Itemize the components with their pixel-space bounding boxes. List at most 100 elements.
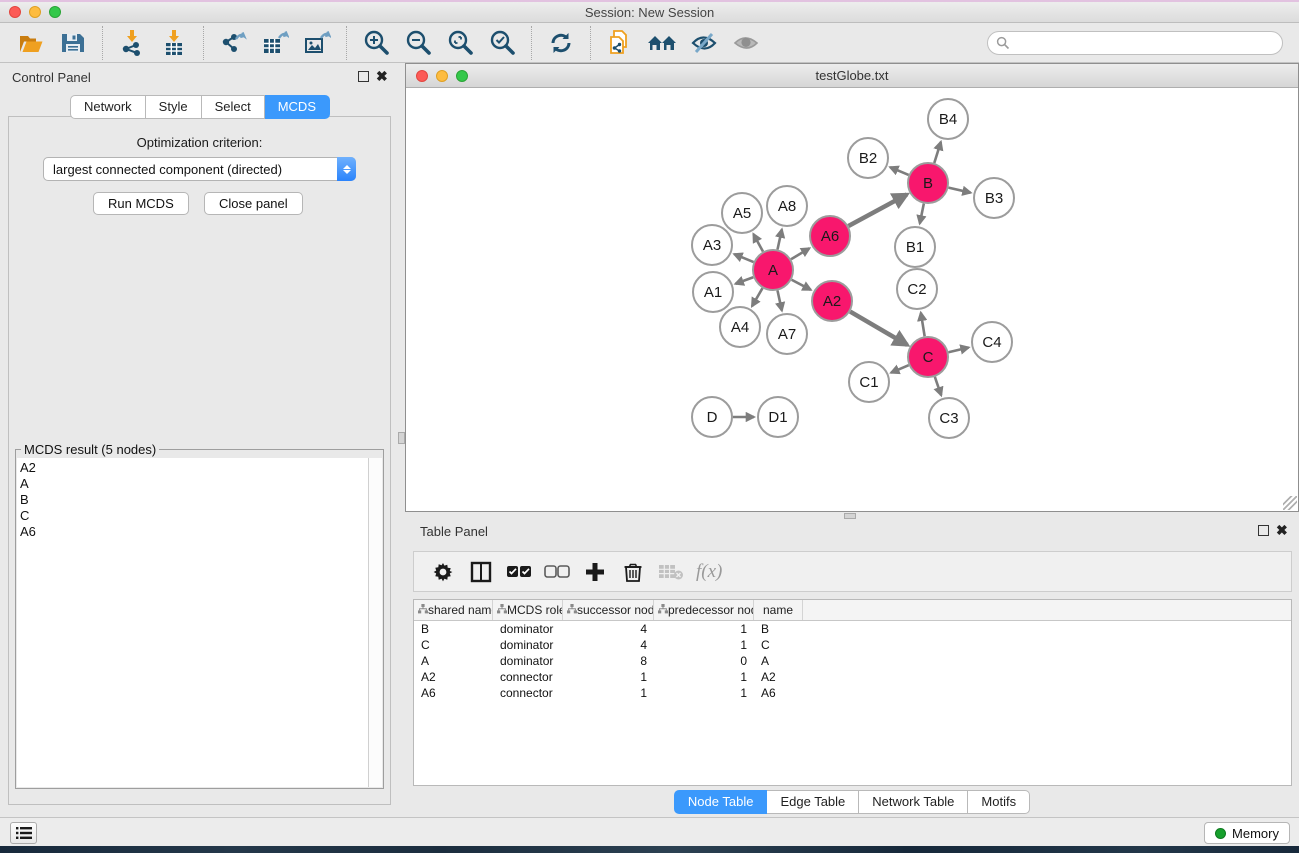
table-row[interactable]: Bdominator41B xyxy=(414,621,1291,637)
edge-A2-C[interactable] xyxy=(850,312,907,345)
toolbar-separator xyxy=(346,26,347,60)
node-label-B: B xyxy=(923,175,933,192)
node-label-A2: A2 xyxy=(823,293,841,310)
close-window-button[interactable] xyxy=(9,6,21,18)
unselect-all-columns-icon[interactable] xyxy=(542,557,572,587)
network-graph[interactable]: B4B2BB3A5A8A6A3B1AA1A2C2A4A7C4CC1C3DD1 xyxy=(406,88,1298,511)
table-row[interactable]: Adominator80A xyxy=(414,653,1291,669)
edge-A-A6[interactable] xyxy=(791,248,809,259)
select-all-columns-icon[interactable] xyxy=(504,557,534,587)
apply-function-icon[interactable]: f(x) xyxy=(696,561,722,583)
tab-edge-table[interactable]: Edge Table xyxy=(767,790,859,814)
save-session-icon[interactable] xyxy=(56,26,90,60)
float-table-panel-icon[interactable] xyxy=(1258,525,1269,536)
node-table[interactable]: shared nameMCDS rolesuccessor nodes prede… xyxy=(413,599,1292,786)
node-label-A8: A8 xyxy=(778,198,796,215)
maximize-network-button[interactable] xyxy=(456,70,468,82)
export-table-icon[interactable] xyxy=(258,26,292,60)
close-panel-button[interactable]: Close panel xyxy=(204,192,303,215)
edge-A-A2[interactable] xyxy=(792,280,811,290)
clone-network-icon[interactable] xyxy=(603,26,637,60)
show-all-eye-icon[interactable] xyxy=(729,26,763,60)
tab-style[interactable]: Style xyxy=(146,95,202,119)
criterion-dropdown[interactable]: largest connected component (directed) xyxy=(43,157,356,181)
edge-A-A1[interactable] xyxy=(736,277,754,284)
tab-node-table[interactable]: Node Table xyxy=(674,790,768,814)
edge-B-B3[interactable] xyxy=(948,188,970,193)
add-row-icon[interactable] xyxy=(580,557,610,587)
edge-A-A7[interactable] xyxy=(777,291,781,311)
table-row[interactable]: Cdominator41C xyxy=(414,637,1291,653)
refresh-icon[interactable] xyxy=(544,26,578,60)
column-header-shared-name[interactable]: shared name xyxy=(414,600,493,620)
tab-motifs[interactable]: Motifs xyxy=(968,790,1030,814)
home-layout-icon[interactable] xyxy=(645,26,679,60)
edge-A6-B[interactable] xyxy=(848,194,906,226)
import-network-icon[interactable] xyxy=(115,26,149,60)
edge-A-A4[interactable] xyxy=(752,288,762,306)
minimize-window-button[interactable] xyxy=(29,6,41,18)
table-settings-gear-icon[interactable] xyxy=(428,557,458,587)
vertical-splitter-handle[interactable] xyxy=(398,432,405,444)
tab-select[interactable]: Select xyxy=(202,95,265,119)
result-list-item[interactable]: A6 xyxy=(20,524,368,540)
edge-B-B2[interactable] xyxy=(890,167,908,175)
edge-A-A8[interactable] xyxy=(777,229,781,249)
column-header-predecessor-nodes[interactable]: predecessor nodes xyxy=(654,600,754,620)
horizontal-splitter-handle[interactable] xyxy=(844,513,856,519)
close-panel-icon[interactable]: ✖ xyxy=(376,71,388,82)
search-input[interactable] xyxy=(987,31,1283,55)
edge-A-A5[interactable] xyxy=(753,234,763,251)
import-table-icon[interactable] xyxy=(157,26,191,60)
table-row[interactable]: A6connector11A6 xyxy=(414,685,1291,701)
show-columns-icon[interactable] xyxy=(466,557,496,587)
mcds-result-list[interactable]: A2ABCA6 xyxy=(17,458,368,787)
result-list-item[interactable]: A xyxy=(20,476,368,492)
memory-button[interactable]: Memory xyxy=(1204,822,1290,844)
zoom-fit-icon[interactable] xyxy=(443,26,477,60)
export-network-icon[interactable] xyxy=(216,26,250,60)
edge-C-C1[interactable] xyxy=(891,365,909,372)
table-cell: A2 xyxy=(754,670,803,684)
window-resize-grip[interactable] xyxy=(1283,496,1297,510)
tab-mcds[interactable]: MCDS xyxy=(265,95,330,119)
column-header-MCDS-role[interactable]: MCDS role xyxy=(493,600,563,620)
hide-selected-eye-icon[interactable] xyxy=(687,26,721,60)
run-mcds-button[interactable]: Run MCDS xyxy=(93,192,189,215)
result-list-item[interactable]: C xyxy=(20,508,368,524)
column-label: predecessor nodes xyxy=(668,603,754,617)
close-network-button[interactable] xyxy=(416,70,428,82)
float-panel-icon[interactable] xyxy=(358,71,369,82)
minimize-network-button[interactable] xyxy=(436,70,448,82)
zoom-out-icon[interactable] xyxy=(401,26,435,60)
network-window-titlebar[interactable]: testGlobe.txt xyxy=(406,64,1298,88)
table-row[interactable]: A2connector11A2 xyxy=(414,669,1291,685)
open-file-icon[interactable] xyxy=(14,26,48,60)
result-list-item[interactable]: B xyxy=(20,492,368,508)
zoom-in-icon[interactable] xyxy=(359,26,393,60)
export-image-icon[interactable] xyxy=(300,26,334,60)
table-panel-tabs: Node TableEdge TableNetwork TableMotifs xyxy=(405,790,1299,814)
close-table-panel-icon[interactable]: ✖ xyxy=(1276,525,1288,536)
network-canvas[interactable]: B4B2BB3A5A8A6A3B1AA1A2C2A4A7C4CC1C3DD1 xyxy=(406,88,1298,511)
result-list-item[interactable]: A2 xyxy=(20,460,368,476)
result-list-scrollbar[interactable] xyxy=(368,458,382,787)
zoom-selected-icon[interactable] xyxy=(485,26,519,60)
delete-table-icon[interactable] xyxy=(656,557,686,587)
column-header-successor-nodes[interactable]: successor nodes xyxy=(563,600,654,620)
edge-C-C3[interactable] xyxy=(935,377,941,395)
edge-A-A3[interactable] xyxy=(734,254,753,262)
edge-B-B1[interactable] xyxy=(920,204,924,224)
table-cell: 0 xyxy=(654,654,754,668)
tab-network-table[interactable]: Network Table xyxy=(859,790,968,814)
delete-rows-trash-icon[interactable] xyxy=(618,557,648,587)
edge-B-B4[interactable] xyxy=(934,142,941,163)
edge-C-C4[interactable] xyxy=(948,347,968,352)
edge-C-C2[interactable] xyxy=(921,313,925,337)
task-history-button[interactable] xyxy=(10,822,37,844)
maximize-window-button[interactable] xyxy=(49,6,61,18)
column-header-name[interactable]: name xyxy=(754,600,803,620)
hierarchy-icon xyxy=(418,603,428,617)
tab-network[interactable]: Network xyxy=(70,95,146,119)
table-cell: C xyxy=(414,638,493,652)
